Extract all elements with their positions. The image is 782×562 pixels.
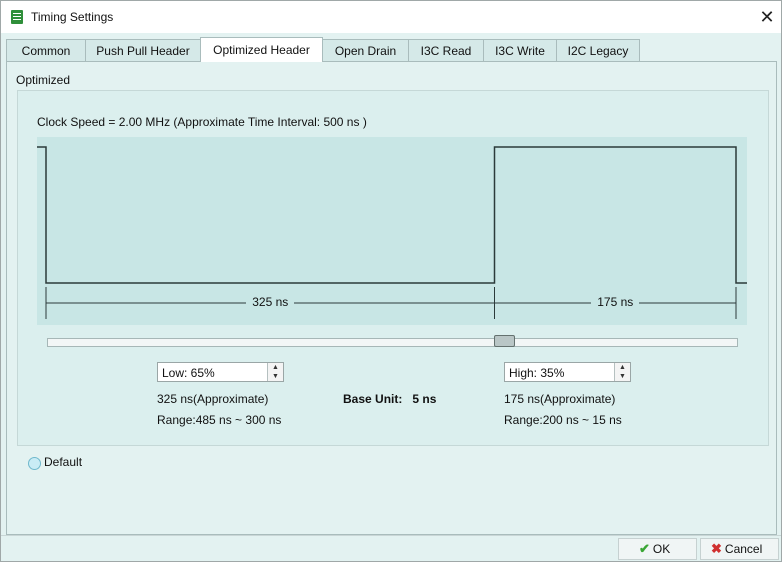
cancel-button[interactable]: ✖ Cancel — [700, 538, 779, 560]
ok-button[interactable]: ✔ OK — [618, 538, 697, 560]
optimized-header-panel: Optimized Clock Speed = 2.00 MHz (Approx… — [6, 61, 777, 535]
high-duration-label: 175 ns — [591, 295, 640, 309]
optimized-group-box: Clock Speed = 2.00 MHz (Approximate Time… — [17, 90, 769, 446]
group-label: Optimized — [16, 73, 71, 87]
footer-divider — [1, 535, 781, 536]
default-radio[interactable] — [28, 457, 41, 470]
ok-label: OK — [652, 542, 671, 556]
high-approx-text: 175 ns(Approximate) — [504, 392, 616, 406]
tab-i3c-write[interactable]: I3C Write — [483, 39, 557, 61]
tab-open-drain[interactable]: Open Drain — [322, 39, 409, 61]
base-unit: Base Unit: 5 ns — [343, 392, 436, 406]
tab-i3c-read[interactable]: I3C Read — [408, 39, 484, 61]
low-range-text: Range:485 ns ~ 300 ns — [157, 413, 282, 427]
title-bar: Timing Settings ✕ — [1, 1, 781, 33]
base-unit-label: Base Unit: — [343, 392, 403, 406]
tab-strip: Common Push Pull Header Optimized Header… — [6, 37, 776, 62]
low-duration-label: 325 ns — [246, 295, 295, 309]
low-percent-value[interactable]: Low: 65% — [162, 366, 215, 380]
low-approx-text: 325 ns(Approximate) — [157, 392, 269, 406]
high-decrement-icon[interactable]: ▼ — [615, 372, 630, 381]
timing-settings-window: Timing Settings ✕ Common Push Pull Heade… — [0, 0, 782, 562]
cancel-label: Cancel — [724, 542, 763, 556]
document-icon — [11, 10, 23, 24]
duty-cycle-slider-track[interactable] — [47, 338, 738, 347]
default-radio-label[interactable]: Default — [44, 455, 82, 469]
duty-cycle-slider-thumb[interactable] — [494, 335, 516, 347]
close-icon[interactable]: ✕ — [759, 7, 775, 27]
high-percent-value[interactable]: High: 35% — [509, 366, 564, 380]
clock-speed-text: Clock Speed = 2.00 MHz (Approximate Time… — [37, 115, 367, 129]
waveform-plot: 325 ns 175 ns — [37, 137, 747, 325]
window-title: Timing Settings — [31, 10, 114, 24]
low-decrement-icon[interactable]: ▼ — [268, 372, 283, 381]
tab-common[interactable]: Common — [6, 39, 86, 61]
tab-i2c-legacy[interactable]: I2C Legacy — [556, 39, 640, 61]
high-stepper-buttons: ▲ ▼ — [614, 363, 630, 381]
clock-waveform — [37, 146, 747, 284]
base-unit-value: 5 ns — [412, 392, 437, 406]
check-icon: ✔ — [639, 541, 650, 556]
high-percent-stepper[interactable]: High: 35% ▲ ▼ — [504, 362, 631, 382]
high-increment-icon[interactable]: ▲ — [615, 363, 630, 372]
waveform-svg — [37, 146, 747, 319]
cross-icon: ✖ — [711, 541, 722, 556]
low-stepper-buttons: ▲ ▼ — [267, 363, 283, 381]
tab-push-pull-header[interactable]: Push Pull Header — [85, 39, 201, 61]
high-range-text: Range:200 ns ~ 15 ns — [504, 413, 622, 427]
low-percent-stepper[interactable]: Low: 65% ▲ ▼ — [157, 362, 284, 382]
tab-optimized-header[interactable]: Optimized Header — [200, 37, 323, 62]
low-increment-icon[interactable]: ▲ — [268, 363, 283, 372]
